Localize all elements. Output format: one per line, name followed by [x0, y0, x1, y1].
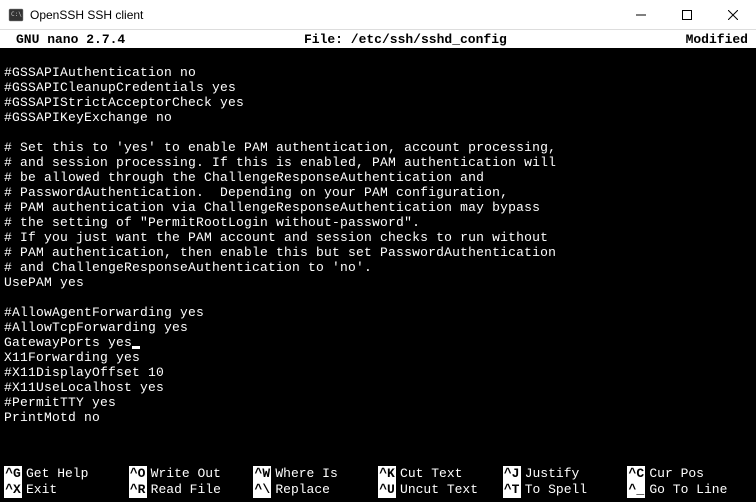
editor-line — [4, 50, 752, 65]
minimize-button[interactable] — [618, 0, 664, 29]
shortcut-label: Write Out — [151, 466, 221, 482]
editor-line: # PAM authentication, then enable this b… — [4, 245, 752, 260]
shortcut-item[interactable]: ^GGet Help — [4, 466, 129, 482]
editor-line: # PAM authentication via ChallengeRespon… — [4, 200, 752, 215]
editor-line: #GSSAPIStrictAcceptorCheck yes — [4, 95, 752, 110]
shortcut-item[interactable]: ^XExit — [4, 482, 129, 498]
shortcut-item[interactable]: ^CCur Pos — [627, 466, 752, 482]
shortcut-key: ^W — [253, 466, 271, 482]
shortcut-label: Justify — [525, 466, 580, 482]
editor-line: #PermitTTY yes — [4, 395, 752, 410]
shortcut-key: ^O — [129, 466, 147, 482]
editor-content[interactable]: #GSSAPIAuthentication no#GSSAPICleanupCr… — [0, 48, 756, 464]
editor-line: #AllowTcpForwarding yes — [4, 320, 752, 335]
shortcut-row: ^XExit^RRead File^\Replace^UUncut Text^T… — [4, 482, 752, 498]
editor-line: #X11UseLocalhost yes — [4, 380, 752, 395]
editor-line: X11Forwarding yes — [4, 350, 752, 365]
window-controls — [618, 0, 756, 29]
shortcut-key: ^C — [627, 466, 645, 482]
shortcut-key: ^T — [503, 482, 521, 498]
editor-line: # If you just want the PAM account and s… — [4, 230, 752, 245]
nano-status: Modified — [686, 32, 752, 47]
shortcut-key: ^K — [378, 466, 396, 482]
editor-line: #GSSAPIKeyExchange no — [4, 110, 752, 125]
editor-line: # and ChallengeResponseAuthentication to… — [4, 260, 752, 275]
shortcut-key: ^J — [503, 466, 521, 482]
shortcut-item[interactable]: ^JJustify — [503, 466, 628, 482]
shortcut-item[interactable]: ^KCut Text — [378, 466, 503, 482]
editor-line: #X11DisplayOffset 10 — [4, 365, 752, 380]
editor-line — [4, 290, 752, 305]
shortcut-item[interactable]: ^TTo Spell — [503, 482, 628, 498]
shortcut-label: Where Is — [275, 466, 337, 482]
cursor — [132, 346, 140, 349]
shortcut-row: ^GGet Help^OWrite Out^WWhere Is^KCut Tex… — [4, 466, 752, 482]
shortcut-key: ^R — [129, 482, 147, 498]
shortcut-label: Get Help — [26, 466, 88, 482]
shortcut-label: Cur Pos — [649, 466, 704, 482]
editor-line: # the setting of "PermitRootLogin withou… — [4, 215, 752, 230]
svg-text:C:\: C:\ — [11, 11, 22, 18]
shortcut-label: Replace — [275, 482, 330, 498]
shortcut-item[interactable]: ^RRead File — [129, 482, 254, 498]
editor-line: # PasswordAuthentication. Depending on y… — [4, 185, 752, 200]
nano-header: GNU nano 2.7.4 File: /etc/ssh/sshd_confi… — [0, 30, 756, 48]
editor-line: #AllowAgentForwarding yes — [4, 305, 752, 320]
shortcut-bar: ^GGet Help^OWrite Out^WWhere Is^KCut Tex… — [0, 464, 756, 502]
shortcut-item[interactable]: ^\Replace — [253, 482, 378, 498]
titlebar: C:\ OpenSSH SSH client — [0, 0, 756, 30]
shortcut-key: ^U — [378, 482, 396, 498]
shortcut-item[interactable]: ^_Go To Line — [627, 482, 752, 498]
shortcut-label: Exit — [26, 482, 57, 498]
shortcut-label: Uncut Text — [400, 482, 478, 498]
close-button[interactable] — [710, 0, 756, 29]
editor-line: #GSSAPIAuthentication no — [4, 65, 752, 80]
shortcut-item[interactable]: ^WWhere Is — [253, 466, 378, 482]
shortcut-label: To Spell — [525, 482, 587, 498]
app-icon: C:\ — [8, 7, 24, 23]
window-title: OpenSSH SSH client — [30, 8, 618, 22]
maximize-button[interactable] — [664, 0, 710, 29]
editor-line: # and session processing. If this is ena… — [4, 155, 752, 170]
editor-line: # Set this to 'yes' to enable PAM authen… — [4, 140, 752, 155]
nano-version: GNU nano 2.7.4 — [4, 32, 125, 47]
shortcut-label: Go To Line — [649, 482, 727, 498]
shortcut-key: ^X — [4, 482, 22, 498]
editor-line — [4, 125, 752, 140]
editor-line: UsePAM yes — [4, 275, 752, 290]
editor-line: PrintMotd no — [4, 410, 752, 425]
editor-line: #GSSAPICleanupCredentials yes — [4, 80, 752, 95]
shortcut-item[interactable]: ^OWrite Out — [129, 466, 254, 482]
shortcut-key: ^\ — [253, 482, 271, 498]
editor-line: # be allowed through the ChallengeRespon… — [4, 170, 752, 185]
shortcut-label: Read File — [151, 482, 221, 498]
shortcut-item[interactable]: ^UUncut Text — [378, 482, 503, 498]
editor-line: GatewayPorts yes — [4, 335, 752, 350]
shortcut-key: ^G — [4, 466, 22, 482]
nano-file-label: File: /etc/ssh/sshd_config — [125, 32, 685, 47]
shortcut-key: ^_ — [627, 482, 645, 498]
shortcut-label: Cut Text — [400, 466, 462, 482]
